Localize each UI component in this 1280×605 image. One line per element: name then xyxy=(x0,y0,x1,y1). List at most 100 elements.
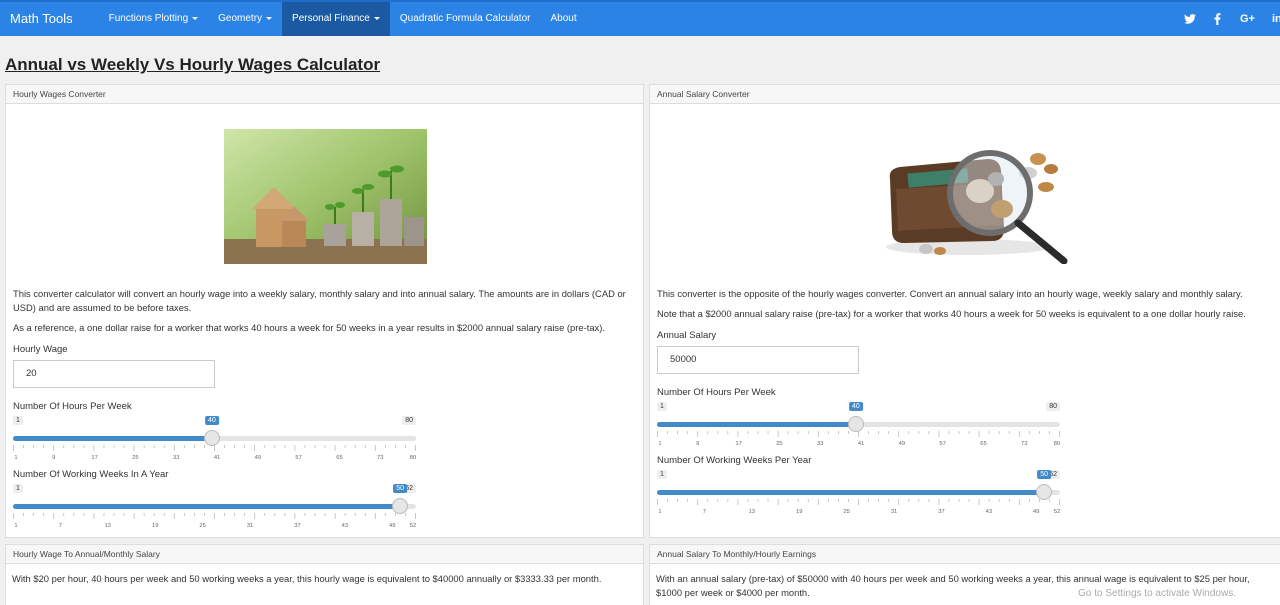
slider-handle[interactable] xyxy=(847,416,864,432)
slider-tick-label: 49 xyxy=(1033,509,1040,515)
nav-label: About xyxy=(550,13,577,24)
slider-ticks xyxy=(13,445,416,451)
slider-tick-label: 17 xyxy=(91,455,98,461)
panel-heading: Hourly Wage To Annual/Monthly Salary xyxy=(6,545,643,564)
slider-tick-label: 25 xyxy=(199,523,206,529)
slider-tick-label: 31 xyxy=(890,509,898,515)
working-weeks-label: Number Of Working Weeks Per Year xyxy=(657,455,812,466)
slider-tick-label: 49 xyxy=(389,523,396,529)
slider-min-label: 1 xyxy=(657,470,667,479)
working-weeks-slider[interactable]: 1 52 50 1 7 13 19 25 31 37 43 49 52 xyxy=(657,470,1060,520)
windows-activation-watermark: Go to Settings to activate Windows. xyxy=(1078,588,1236,599)
slider-handle[interactable] xyxy=(392,498,409,514)
slider-fill xyxy=(13,436,212,441)
slider-min-label: 1 xyxy=(13,416,23,425)
hourly-to-annual-result-panel: Hourly Wage To Annual/Monthly Salary Wit… xyxy=(5,544,644,605)
slider-tick-label: 25 xyxy=(132,455,139,461)
slider-tick-label: 17 xyxy=(735,441,742,447)
nav-personal-finance[interactable]: Personal Finance xyxy=(282,2,390,36)
nav-label: Quadratic Formula Calculator xyxy=(399,13,531,24)
navbar: Math Tools Functions Plotting Geometry P… xyxy=(0,0,1280,36)
intro-paragraph: This converter calculator will convert a… xyxy=(13,288,626,313)
annual-salary-input[interactable]: 50000 xyxy=(657,346,859,374)
slider-min-label: 1 xyxy=(13,484,23,493)
hours-per-week-slider[interactable]: 1 80 40 1 9 17 25 33 41 49 57 65 73 80 xyxy=(13,416,416,466)
caret-down-icon xyxy=(373,16,380,20)
slider-tick-label: 33 xyxy=(173,455,180,461)
nav-label: Geometry xyxy=(218,13,263,24)
slider-tick-label: 43 xyxy=(985,509,993,515)
slider-tick-label: 19 xyxy=(152,523,159,529)
slider-tick-label: 65 xyxy=(336,455,343,461)
coins-plants-image xyxy=(224,129,427,264)
slider-tick-label: 41 xyxy=(857,441,865,447)
slider-value-label: 40 xyxy=(205,416,219,425)
brand-link[interactable]: Math Tools xyxy=(0,2,83,36)
slider-fill xyxy=(657,422,856,427)
panel-heading: Annual Salary Converter xyxy=(650,85,1280,104)
annual-salary-label: Annual Salary xyxy=(657,330,717,341)
slider-ticks xyxy=(657,431,1060,437)
slider-tick-label: 43 xyxy=(341,523,349,529)
intro-paragraph: This converter is the opposite of the ho… xyxy=(657,288,1243,299)
slider-tick-label: 65 xyxy=(980,441,987,447)
slider-max-label: 80 xyxy=(402,416,416,425)
slider-tick-label: 33 xyxy=(817,441,824,447)
slider-value-label: 50 xyxy=(1037,470,1052,479)
slider-tick-label: 9 xyxy=(696,441,700,447)
slider-tick-label: 73 xyxy=(1021,441,1028,447)
slider-tick-label: 1 xyxy=(14,455,18,461)
note-paragraph: Note that a $2000 annual salary raise (p… xyxy=(657,308,1246,319)
slider-value-label: 50 xyxy=(393,484,408,493)
working-weeks-label: Number Of Working Weeks In A Year xyxy=(13,469,169,480)
slider-handle[interactable] xyxy=(203,430,220,446)
google-plus-icon[interactable]: G+ xyxy=(1240,2,1255,36)
slider-tick-label: 57 xyxy=(295,455,302,461)
slider-tick-label: 7 xyxy=(702,509,707,515)
slider-value-label: 40 xyxy=(849,402,863,411)
slider-max-label: 80 xyxy=(1046,402,1060,411)
twitter-icon[interactable] xyxy=(1184,2,1196,36)
slider-tick-label: 80 xyxy=(409,455,417,461)
hours-per-week-label: Number Of Hours Per Week xyxy=(657,387,776,398)
nav-about[interactable]: About xyxy=(540,2,586,36)
slider-tick-label: 57 xyxy=(939,441,946,447)
slider-tick-label: 1 xyxy=(14,523,18,529)
nav-quadratic-formula[interactable]: Quadratic Formula Calculator xyxy=(390,2,541,36)
caret-down-icon xyxy=(266,16,273,20)
slider-tick-label: 52 xyxy=(409,523,417,529)
slider-tick-label: 31 xyxy=(246,523,254,529)
slider-tick-label: 37 xyxy=(294,523,301,529)
slider-handle[interactable] xyxy=(1036,484,1053,500)
facebook-icon[interactable] xyxy=(1214,2,1221,36)
slider-tick-label: 37 xyxy=(938,509,945,515)
slider-tick-label: 1 xyxy=(658,509,662,515)
hourly-wages-converter-panel: Hourly Wages Converter This converter ca… xyxy=(5,84,644,538)
panel-heading: Annual Salary To Monthly/Hourly Earnings xyxy=(650,545,1280,564)
linkedin-icon[interactable]: in xyxy=(1272,2,1280,36)
slider-fill xyxy=(657,490,1045,495)
annual-salary-converter-panel: Annual Salary Converter This converter i… xyxy=(649,84,1280,538)
slider-tick-label: 1 xyxy=(658,441,662,447)
working-weeks-slider[interactable]: 1 52 50 1 7 13 19 25 31 37 43 49 52 xyxy=(13,484,416,534)
nav-label: Functions Plotting xyxy=(108,13,189,24)
slider-tick-label: 19 xyxy=(796,509,803,515)
hours-per-week-slider[interactable]: 1 80 40 1 9 17 25 33 41 49 57 65 73 80 xyxy=(657,402,1060,452)
slider-tick-label: 80 xyxy=(1053,441,1061,447)
hourly-wage-input[interactable]: 20 xyxy=(13,360,215,388)
slider-tick-label: 9 xyxy=(52,455,56,461)
result-text: With $20 per hour, 40 hours per week and… xyxy=(12,573,602,584)
slider-tick-label: 49 xyxy=(898,441,906,447)
slider-fill xyxy=(13,504,401,509)
nav-label: Personal Finance xyxy=(292,13,370,24)
hourly-wage-label: Hourly Wage xyxy=(13,344,68,355)
caret-down-icon xyxy=(192,16,199,20)
nav-geometry[interactable]: Geometry xyxy=(208,2,282,36)
slider-tick-label: 49 xyxy=(254,455,262,461)
slider-tick-label: 7 xyxy=(58,523,63,529)
slider-tick-label: 13 xyxy=(104,523,112,529)
slider-ticks xyxy=(13,513,416,519)
slider-tick-label: 13 xyxy=(748,509,756,515)
slider-tick-label: 25 xyxy=(843,509,850,515)
nav-functions-plotting[interactable]: Functions Plotting xyxy=(99,2,209,36)
